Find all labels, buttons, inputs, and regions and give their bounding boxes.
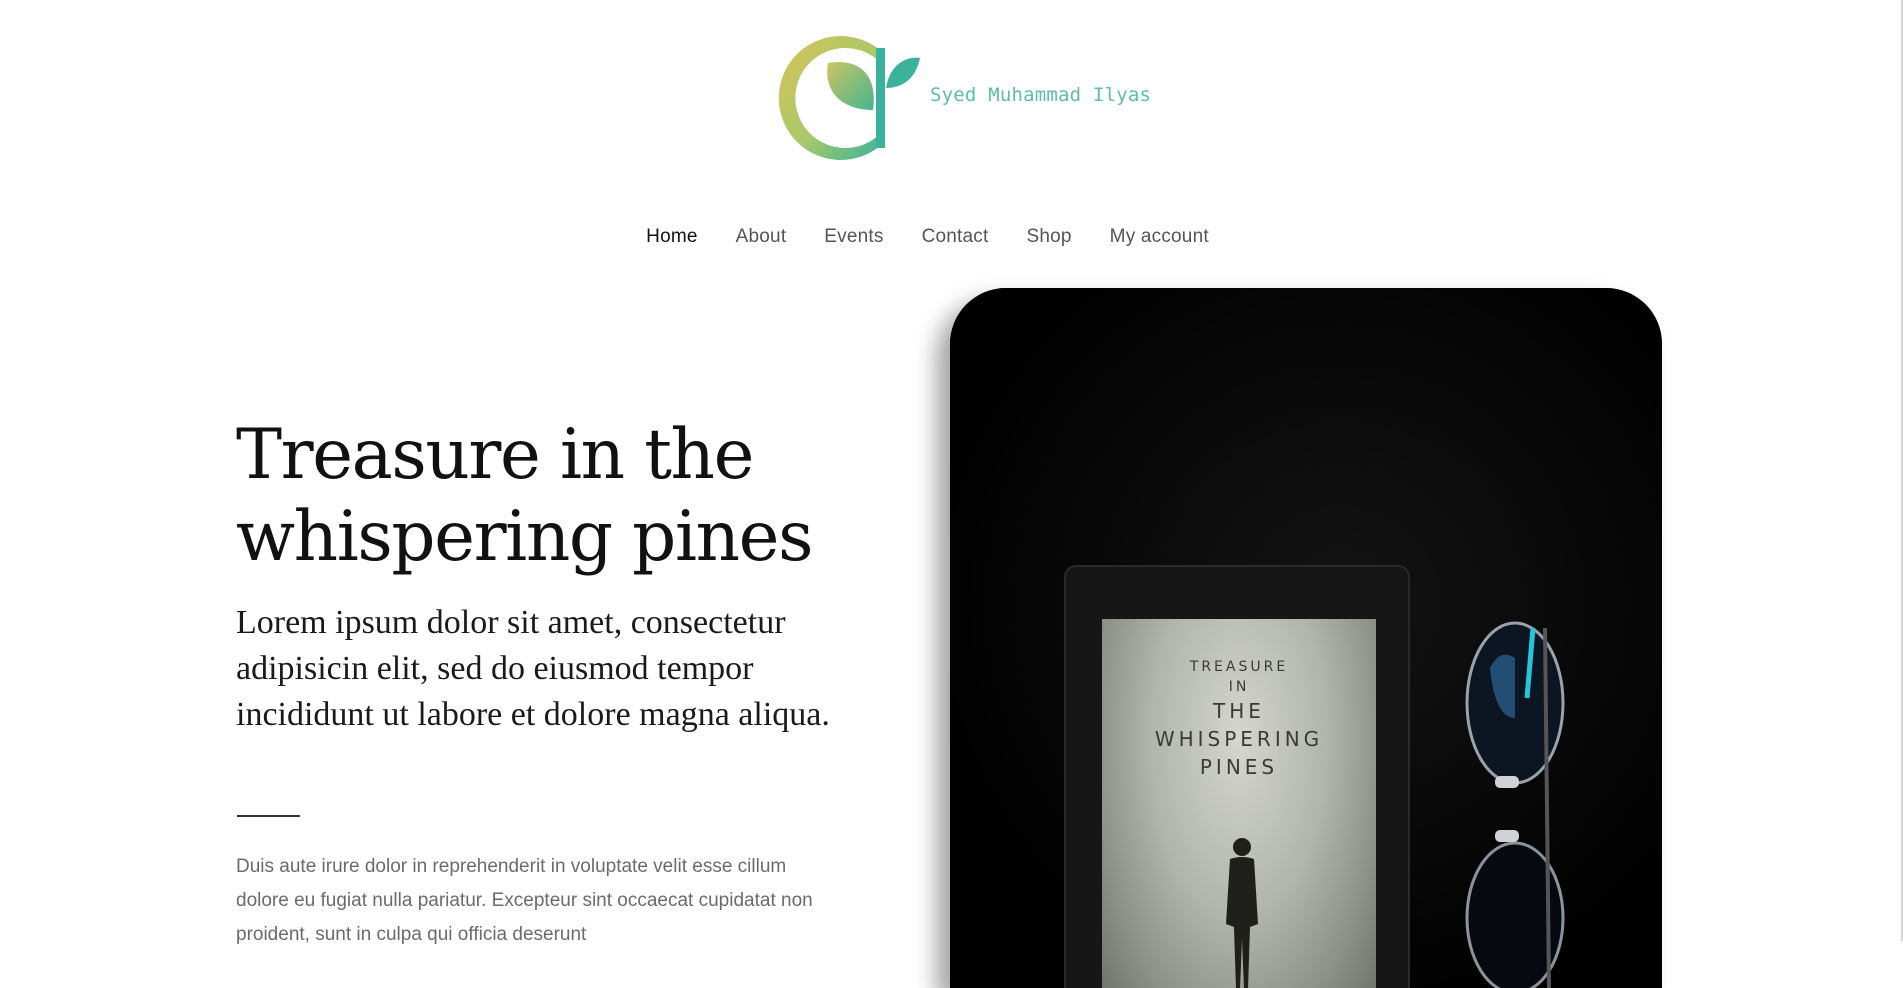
book-line: TREASURE [1189,659,1289,675]
ereader: TREASURE IN THE WHISPERING PINES [1064,565,1410,988]
hero-title: Treasure in the whispering pines [236,415,814,577]
book-line: THE [1213,699,1265,723]
nav-shop[interactable]: Shop [1026,226,1071,248]
book-line: PINES [1199,755,1279,779]
ereader-screen: TREASURE IN THE WHISPERING PINES [1102,619,1376,988]
nav-contact[interactable]: Contact [922,226,989,248]
book-line: IN [1228,679,1250,695]
nav-my-account[interactable]: My account [1110,226,1209,248]
hero-image: TREASURE IN THE WHISPERING PINES [950,288,1662,988]
nav-about[interactable]: About [736,226,787,248]
nav-events[interactable]: Events [824,226,883,248]
book-line: WHISPERING [1154,727,1324,751]
walking-figure-icon [1226,838,1258,988]
leaf-logo-icon [778,35,920,160]
site-logo[interactable]: Syed Muhammad Ilyas [768,18,1152,168]
hero-body: Duis aute irure dolor in reprehenderit i… [236,856,813,945]
hero-lead: Lorem ipsum dolor sit amet, consectetur … [236,604,830,733]
brand-name: Syed Muhammad Ilyas [930,84,1152,106]
nav-home[interactable]: Home [646,226,697,248]
eyeglasses-icon [1465,621,1565,988]
book-cover-title: TREASURE IN THE WHISPERING PINES [1102,657,1376,781]
main-nav: Home About Events Contact Shop My accoun… [0,226,1903,248]
divider [237,815,300,817]
